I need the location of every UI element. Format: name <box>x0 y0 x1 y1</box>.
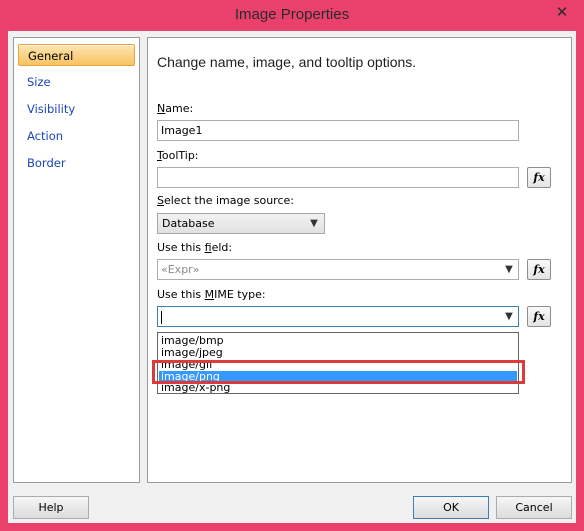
tooltip-expression-button[interactable]: fx <box>527 167 551 188</box>
close-icon[interactable]: ✕ <box>546 2 578 22</box>
nav-item-general[interactable]: General <box>18 44 135 66</box>
mime-expression-button[interactable]: fx <box>527 306 551 327</box>
field-combobox[interactable]: «Expr» ▼ <box>157 259 519 280</box>
dialog-client: General Size Visibility Action Border Ch… <box>8 31 576 523</box>
panel-heading: Change name, image, and tooltip options. <box>157 54 417 70</box>
name-label: Name: <box>157 102 194 115</box>
nav-pane: General Size Visibility Action Border <box>13 37 140 483</box>
ok-button[interactable]: OK <box>413 496 489 519</box>
name-input[interactable]: Image1 <box>157 120 519 141</box>
mime-type-label: Use this MIME type: <box>157 288 266 301</box>
nav-item-border[interactable]: Border <box>18 152 135 174</box>
image-source-label: Select the image source: <box>157 194 294 207</box>
mime-type-combobox[interactable]: ▼ <box>157 306 519 327</box>
mime-type-dropdown-list: image/bmp image/jpeg image/gif image/png… <box>157 332 519 394</box>
field-value: «Expr» <box>161 263 200 276</box>
properties-panel: Change name, image, and tooltip options.… <box>147 37 572 483</box>
field-label: Use this field: <box>157 241 233 254</box>
dialog-window: Image Properties ✕ General Size Visibili… <box>0 0 584 531</box>
text-caret <box>161 310 162 324</box>
image-source-value: Database <box>162 217 215 230</box>
chevron-down-icon[interactable]: ▼ <box>502 262 516 277</box>
nav-item-size[interactable]: Size <box>18 71 135 93</box>
help-button[interactable]: Help <box>13 496 89 519</box>
chevron-down-icon[interactable]: ▼ <box>502 309 516 324</box>
mime-option-x-png[interactable]: image/x-png <box>159 382 517 394</box>
nav-item-visibility[interactable]: Visibility <box>18 98 135 120</box>
nav-item-action[interactable]: Action <box>18 125 135 147</box>
field-expression-button[interactable]: fx <box>527 259 551 280</box>
tooltip-input[interactable] <box>157 167 519 188</box>
image-source-select[interactable]: Database ▼ <box>157 213 325 234</box>
window-title: Image Properties <box>234 6 350 23</box>
title-bar[interactable]: Image Properties ✕ <box>0 0 584 32</box>
cancel-button[interactable]: Cancel <box>496 496 572 519</box>
tooltip-label: ToolTip: <box>157 149 199 162</box>
chevron-down-icon: ▼ <box>310 218 318 229</box>
